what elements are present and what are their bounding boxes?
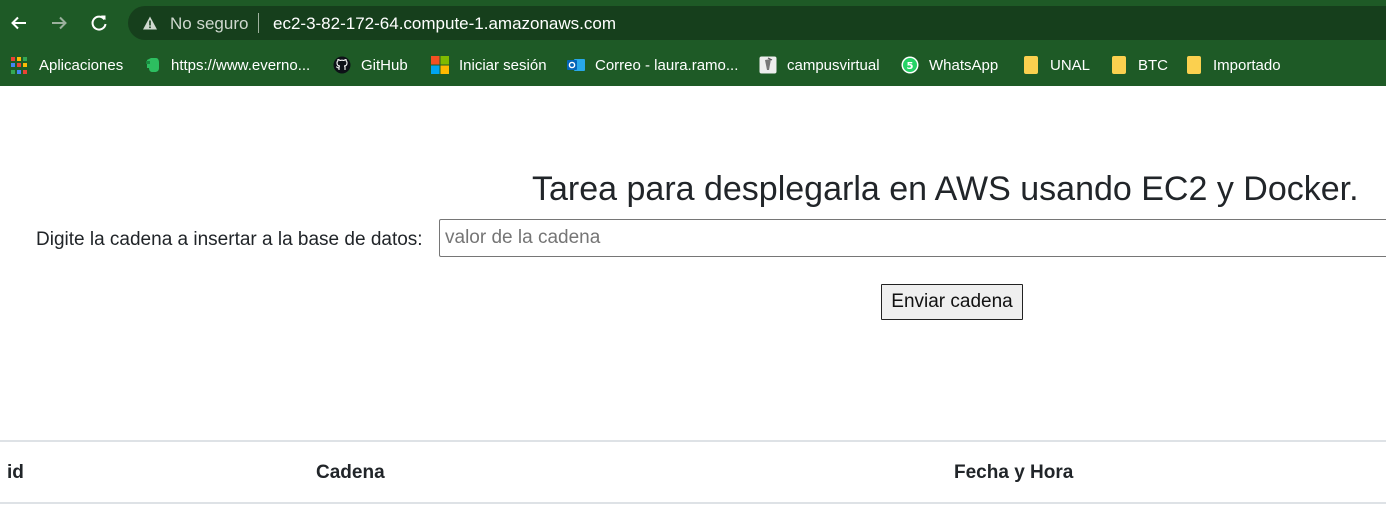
browser-toolbar: No seguro ec2-3-82-172-64.compute-1.amaz… — [0, 0, 1386, 46]
github-icon — [333, 56, 351, 74]
arrow-left-icon — [11, 16, 26, 30]
send-string-button[interactable]: Enviar cadena — [881, 284, 1023, 320]
bookmark-label: campusvirtual — [787, 56, 880, 74]
bookmark-label: WhatsApp — [929, 56, 999, 74]
bookmark-folder-importado[interactable]: Importado — [1185, 54, 1281, 76]
whatsapp-icon: 5 — [901, 56, 919, 74]
bookmark-label: Correo - laura.ramo... — [595, 56, 739, 74]
table-header-fecha-hora: Fecha y Hora — [954, 462, 1074, 483]
forward-button[interactable] — [46, 9, 72, 37]
arrow-right-icon — [52, 16, 67, 30]
bookmark-folder-unal[interactable]: UNAL — [1022, 54, 1090, 76]
page-title: Tarea para desplegarla en AWS usando EC2… — [532, 170, 1359, 208]
bookmark-label: Importado — [1213, 56, 1281, 74]
table-top-border — [0, 440, 1386, 442]
outlook-icon — [567, 59, 585, 71]
url-text[interactable]: ec2-3-82-172-64.compute-1.amazonaws.com — [273, 14, 616, 34]
warning-icon[interactable] — [142, 15, 158, 31]
bookmark-label: BTC — [1138, 56, 1168, 74]
bookmark-label: Iniciar sesión — [459, 56, 547, 74]
bookmark-label: UNAL — [1050, 56, 1091, 74]
evernote-icon — [146, 58, 159, 72]
microsoft-icon — [431, 56, 449, 74]
bookmarks-bar: Aplicaciones https://www.everno... GitHu… — [0, 46, 1386, 86]
address-bar[interactable]: No seguro ec2-3-82-172-64.compute-1.amaz… — [128, 6, 1386, 40]
apps-grid-icon — [11, 56, 29, 74]
bookmark-apps[interactable]: Aplicaciones — [11, 54, 123, 76]
bookmark-github[interactable]: GitHub — [333, 54, 408, 76]
security-status-label[interactable]: No seguro — [170, 14, 248, 34]
bookmark-iniciar-sesion[interactable]: Iniciar sesión — [431, 54, 547, 76]
table-header-id: id — [7, 462, 24, 483]
reload-icon — [91, 15, 107, 31]
bookmark-evernote[interactable]: https://www.everno... — [143, 54, 310, 76]
reload-button[interactable] — [86, 9, 112, 37]
bookmark-label: GitHub — [361, 56, 408, 74]
table-header-cadena: Cadena — [316, 462, 385, 483]
back-button[interactable] — [6, 9, 32, 37]
bookmark-whatsapp[interactable]: 5 WhatsApp — [901, 54, 998, 76]
folder-icon — [1112, 56, 1126, 74]
bookmark-folder-btc[interactable]: BTC — [1110, 54, 1168, 76]
address-bar-divider — [258, 13, 259, 33]
bookmark-label: Aplicaciones — [39, 56, 124, 74]
bookmark-campusvirtual[interactable]: campusvirtual — [759, 54, 880, 76]
bookmark-label: https://www.everno... — [171, 56, 311, 74]
table-header-border — [0, 502, 1386, 504]
cadena-input[interactable] — [439, 219, 1386, 257]
folder-icon — [1024, 56, 1038, 74]
folder-icon — [1187, 56, 1201, 74]
input-label: Digite la cadena a insertar a la base de… — [36, 229, 423, 250]
campusvirtual-icon — [759, 56, 777, 74]
bookmark-correo[interactable]: Correo - laura.ramo... — [567, 54, 738, 76]
svg-text:5: 5 — [907, 61, 914, 72]
